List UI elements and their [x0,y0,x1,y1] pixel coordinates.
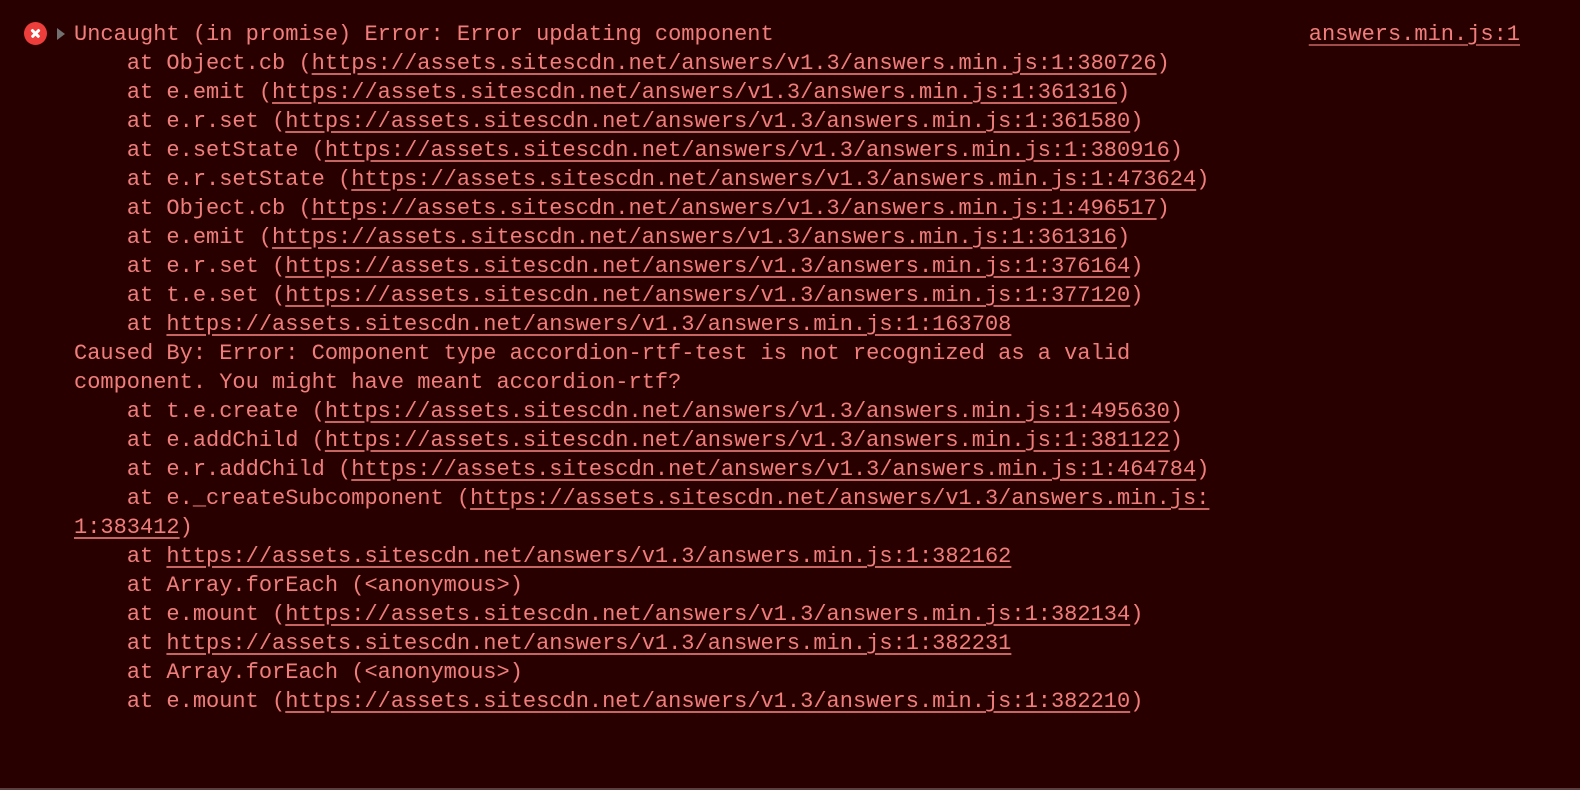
stack-trace-2a: at t.e.create (https://assets.sitescdn.n… [24,397,1580,484]
error-message-row[interactable]: answers.min.js:1 Uncaught (in promise) E… [24,20,1580,49]
stack-frame-link[interactable]: https://assets.sitescdn.net/answers/v1.3… [285,254,1130,279]
error-source-link[interactable]: answers.min.js:1 [1309,20,1520,49]
stack-frame: at e.r.set (https://assets.sitescdn.net/… [74,107,1580,136]
stack-frame: at e.emit (https://assets.sitescdn.net/a… [74,78,1580,107]
stack-frame: at https://assets.sitescdn.net/answers/v… [74,542,1580,571]
stack-frame-link[interactable]: https://assets.sitescdn.net/answers/v1.3… [325,138,1170,163]
stack-frame-link[interactable]: https://assets.sitescdn.net/answers/v1.3… [351,167,1196,192]
stack-trace-2b: at https://assets.sitescdn.net/answers/v… [24,542,1580,716]
stack-frame: at e.emit (https://assets.sitescdn.net/a… [74,223,1580,252]
stack-frame-link[interactable]: https://assets.sitescdn.net/answers/v1.3… [312,196,1157,221]
stack-frame-link[interactable]: https://assets.sitescdn.net/answers/v1.3… [285,689,1130,714]
caused-by-line-1: Caused By: Error: Component type accordi… [74,341,1143,366]
stack-frame-link[interactable]: https://assets.sitescdn.net/answers/v1.3… [285,602,1130,627]
stack-frame: at t.e.create (https://assets.sitescdn.n… [74,397,1580,426]
stack-frame: at e.r.addChild (https://assets.sitescdn… [74,455,1580,484]
stack-frame-link[interactable]: https://assets.sitescdn.net/answers/v1.3… [325,428,1170,453]
stack-frame-link[interactable]: https://assets.sitescdn.net/answers/v1.3… [166,631,1011,656]
error-header-text: Uncaught (in promise) Error: Error updat… [74,22,774,47]
stack-frame: at e.mount (https://assets.sitescdn.net/… [74,600,1580,629]
stack-frame-link[interactable]: https://assets.sitescdn.net/answers/v1.3… [285,283,1130,308]
stack-trace-wrapped-frame: at e._createSubcomponent (https://assets… [24,484,1580,542]
stack-frame: at Array.forEach (<anonymous>) [74,571,1580,600]
stack-frame-link[interactable]: https://assets.sitescdn.net/answers/v1.3… [166,312,1011,337]
stack-frame: at e.mount (https://assets.sitescdn.net/… [74,687,1580,716]
stack-frame: at e.setState (https://assets.sitescdn.n… [74,136,1580,165]
stack-frame-link[interactable]: https://assets.sitescdn.net/answers/v1.3… [325,399,1170,424]
stack-frame-link[interactable]: https://assets.sitescdn.net/answers/v1.3… [285,109,1130,134]
stack-frame-link[interactable]: https://assets.sitescdn.net/answers/v1.3… [470,486,1209,511]
stack-frame: at Array.forEach (<anonymous>) [74,658,1580,687]
caused-by-block: Caused By: Error: Component type accordi… [24,339,1580,397]
stack-frame-link[interactable]: https://assets.sitescdn.net/answers/v1.3… [351,457,1196,482]
stack-frame: at t.e.set (https://assets.sitescdn.net/… [74,281,1580,310]
stack-frame-link[interactable]: https://assets.sitescdn.net/answers/v1.3… [272,80,1117,105]
stack-frame-link[interactable]: https://assets.sitescdn.net/answers/v1.3… [166,544,1011,569]
stack-trace-1: at Object.cb (https://assets.sitescdn.ne… [24,49,1580,339]
expand-triangle-icon[interactable] [57,28,65,40]
stack-frame: at e.r.setState (https://assets.sitescdn… [74,165,1580,194]
stack-frame: at Object.cb (https://assets.sitescdn.ne… [74,49,1580,78]
stack-frame: at https://assets.sitescdn.net/answers/v… [74,310,1580,339]
caused-by-line-2: component. You might have meant accordio… [74,370,681,395]
console-error-panel: answers.min.js:1 Uncaught (in promise) E… [0,0,1580,790]
error-icon [24,22,47,45]
stack-frame-link[interactable]: https://assets.sitescdn.net/answers/v1.3… [272,225,1117,250]
stack-frame: at e.addChild (https://assets.sitescdn.n… [74,426,1580,455]
stack-frame: at https://assets.sitescdn.net/answers/v… [74,629,1580,658]
stack-frame-link[interactable]: https://assets.sitescdn.net/answers/v1.3… [312,51,1157,76]
stack-frame-link-cont[interactable]: 1:383412 [74,515,180,540]
stack-frame: at e.r.set (https://assets.sitescdn.net/… [74,252,1580,281]
stack-frame: at Object.cb (https://assets.sitescdn.ne… [74,194,1580,223]
